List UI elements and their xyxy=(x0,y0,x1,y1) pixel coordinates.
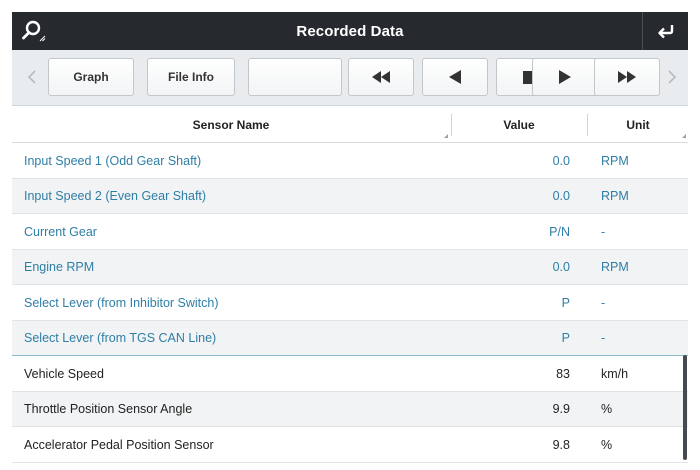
table-row[interactable]: Input Speed 2 (Even Gear Shaft) 0.0 RPM xyxy=(12,178,688,214)
sensor-name: Current Gear xyxy=(24,224,97,239)
scroll-left-button[interactable] xyxy=(18,58,46,96)
table-header: Sensor Name Value Unit xyxy=(12,106,688,143)
sensor-unit: RPM xyxy=(601,260,629,274)
sensor-name: Throttle Position Sensor Angle xyxy=(24,402,193,416)
fast-forward-button[interactable] xyxy=(594,58,660,96)
play-icon xyxy=(559,70,571,84)
column-header-value[interactable]: Value xyxy=(452,106,586,143)
sensor-name: Select Lever (from Inhibitor Switch) xyxy=(24,295,219,310)
sensor-unit: RPM xyxy=(601,153,629,168)
blank-button[interactable] xyxy=(248,58,342,96)
sensor-unit: km/h xyxy=(601,366,629,381)
sensor-table: Input Speed 1 (Odd Gear Shaft) 0.0 RPM I… xyxy=(12,143,688,463)
sensor-unit: % xyxy=(601,437,613,452)
rewind-icon xyxy=(372,71,390,83)
sensor-unit: % xyxy=(601,402,613,416)
title-bar: Recorded Data xyxy=(12,12,688,50)
resize-handle-icon[interactable] xyxy=(444,134,448,138)
sensor-name: Input Speed 2 (Even Gear Shaft) xyxy=(24,189,207,203)
sensor-value: 83 xyxy=(556,366,570,381)
table-row[interactable]: Select Lever (from Inhibitor Switch) P - xyxy=(12,285,688,321)
graph-button[interactable]: Graph xyxy=(48,58,134,96)
table-row[interactable]: Throttle Position Sensor Angle 9.9 % xyxy=(12,391,688,427)
step-back-icon xyxy=(449,70,461,84)
sensor-unit: RPM xyxy=(601,189,629,203)
table-row[interactable]: Select Lever (from TGS CAN Line) P - xyxy=(12,320,688,356)
sensor-value: 0.0 xyxy=(552,189,570,203)
sensor-unit: - xyxy=(601,224,606,239)
table-scrollbar[interactable] xyxy=(683,355,687,460)
toolbar: Graph File Info xyxy=(12,50,688,106)
back-button[interactable] xyxy=(642,12,688,50)
table-row[interactable]: Vehicle Speed 83 km/h xyxy=(12,356,688,392)
sensor-value: 9.9 xyxy=(552,402,570,416)
sensor-value: 0.0 xyxy=(552,153,570,168)
fast-forward-icon xyxy=(618,71,636,83)
search-icon xyxy=(22,20,46,42)
sensor-value: 0.0 xyxy=(552,260,570,274)
sensor-value: 9.8 xyxy=(552,437,570,452)
step-back-button[interactable] xyxy=(422,58,488,96)
return-icon xyxy=(657,25,673,39)
table-row[interactable]: Current Gear P/N - xyxy=(12,214,688,250)
sensor-unit: - xyxy=(601,295,606,310)
sensor-name: Select Lever (from TGS CAN Line) xyxy=(24,331,217,345)
sensor-value: P xyxy=(561,295,570,310)
sensor-name: Vehicle Speed xyxy=(24,366,104,381)
sensor-name: Input Speed 1 (Odd Gear Shaft) xyxy=(24,153,202,168)
search-button[interactable] xyxy=(12,12,56,50)
column-header-unit[interactable]: Unit xyxy=(588,106,688,143)
sensor-name: Engine RPM xyxy=(24,260,95,274)
column-header-sensor-name[interactable]: Sensor Name xyxy=(12,106,450,143)
chevron-right-icon xyxy=(668,70,677,84)
file-info-button[interactable]: File Info xyxy=(147,58,235,96)
chevron-left-icon xyxy=(27,70,36,84)
page-title: Recorded Data xyxy=(296,22,404,40)
rewind-button[interactable] xyxy=(348,58,414,96)
table-row[interactable]: Accelerator Pedal Position Sensor 9.8 % xyxy=(12,427,688,463)
table-row[interactable]: Engine RPM 0.0 RPM xyxy=(12,249,688,285)
resize-handle-icon[interactable] xyxy=(682,134,686,138)
sensor-value: P/N xyxy=(549,224,570,239)
sensor-value: P xyxy=(561,331,570,345)
sensor-unit: - xyxy=(601,331,606,345)
scroll-right-button[interactable] xyxy=(658,58,686,96)
play-button[interactable] xyxy=(532,58,598,96)
table-row[interactable]: Input Speed 1 (Odd Gear Shaft) 0.0 RPM xyxy=(12,143,688,179)
sensor-name: Accelerator Pedal Position Sensor xyxy=(24,437,214,452)
